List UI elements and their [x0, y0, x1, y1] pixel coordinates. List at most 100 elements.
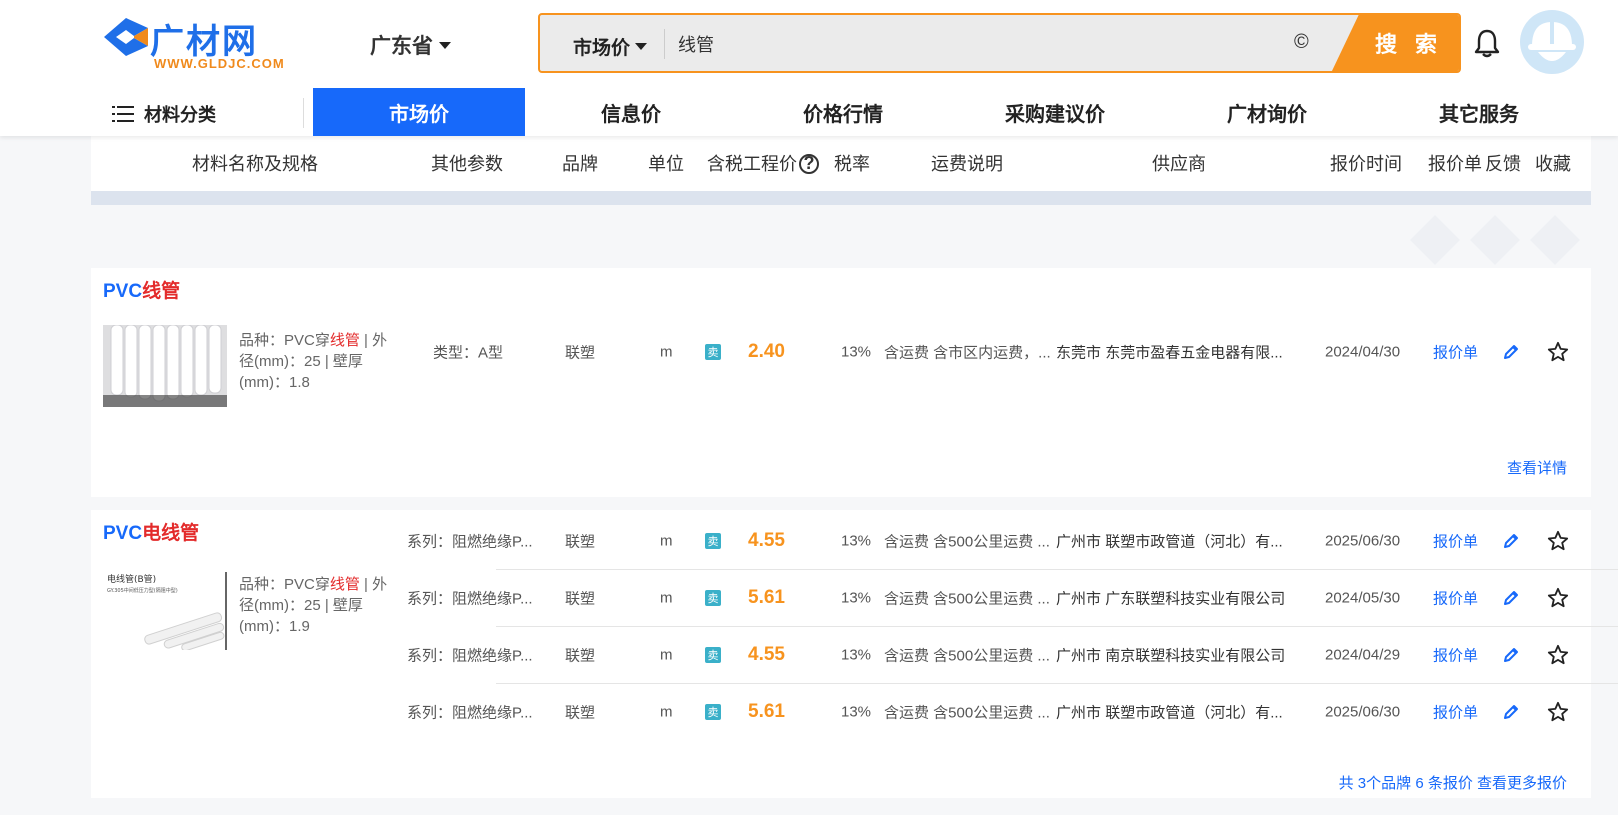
supplier-city: 广州市 — [1056, 704, 1102, 721]
search-input[interactable] — [678, 29, 1278, 59]
row-price: 5.61 — [748, 586, 785, 608]
row-tax: 13% — [841, 343, 872, 360]
quote-link[interactable]: 报价单 — [1433, 530, 1478, 551]
product-title-keyword: 线管 — [142, 281, 181, 302]
row-tax: 13% — [841, 646, 872, 663]
row-brand: 联塑 — [565, 533, 596, 550]
bell-icon[interactable] — [1474, 28, 1500, 58]
row-date: 2024/05/30 — [1325, 589, 1401, 606]
supplier-city: 广州市 — [1056, 590, 1102, 607]
help-icon[interactable]: ? — [799, 153, 819, 174]
row-tax: 13% — [841, 703, 872, 720]
seller-badge: 卖 — [705, 646, 721, 663]
star-icon[interactable] — [1547, 587, 1569, 609]
row-freight: 含运费 含500公里运费 ... — [884, 647, 1050, 664]
row-freight: 含运费 含500公里运费 ... — [884, 533, 1050, 550]
search-category-label: 市场价 — [573, 38, 631, 59]
row-date: 2025/06/30 — [1325, 703, 1401, 720]
supplier-name: 广东联塑科技实业有限公司 — [1105, 590, 1286, 607]
user-helmet-icon — [1528, 22, 1576, 61]
quote-link[interactable]: 报价单 — [1433, 644, 1478, 665]
star-icon[interactable] — [1547, 530, 1569, 552]
nav-divider — [303, 98, 304, 128]
row-freight: 含运费 含500公里运费 ... — [884, 704, 1050, 721]
row-supplier[interactable]: 广州市 南京联塑科技实业有限公司 — [1056, 644, 1285, 665]
view-details-link[interactable]: 查看详情 — [1507, 457, 1567, 478]
chevron-down-icon — [439, 41, 451, 49]
avatar[interactable] — [1520, 10, 1584, 74]
row-price: 2.40 — [748, 340, 785, 362]
row-brand: 联塑 — [565, 344, 596, 361]
material-category-menu[interactable]: 材料分类 — [112, 101, 216, 127]
table-row: 系列：阻燃绝缘P... 联塑 m 卖 5.61 13% 含运费 含500公里运费… — [91, 569, 1591, 626]
col-params: 其他参数 — [431, 154, 503, 174]
region-selector[interactable]: 广东省 — [370, 30, 451, 60]
region-label: 广东省 — [370, 35, 433, 58]
col-price: 含税工程价? — [707, 150, 819, 176]
row-price: 4.55 — [748, 529, 785, 551]
tab-other-services[interactable]: 其它服务 — [1373, 88, 1585, 136]
chevron-down-icon — [635, 43, 648, 50]
edit-icon[interactable] — [1502, 646, 1520, 664]
col-price-label: 含税工程价 — [707, 154, 797, 174]
material-category-label: 材料分类 — [144, 105, 216, 125]
supplier-name: 东莞市盈春五金电器有限... — [1105, 344, 1283, 361]
row-unit: m — [660, 703, 673, 720]
row-supplier[interactable]: 广州市 广东联塑科技实业有限公司 — [1056, 587, 1285, 608]
col-name: 材料名称及规格 — [192, 154, 318, 174]
edit-icon[interactable] — [1502, 703, 1520, 721]
product-card: PVC线管 品种：PVC穿线管 | 外径(mm)：25 | 壁厚(mm)：1.8… — [91, 268, 1591, 497]
row-param: 系列：阻燃绝缘P... — [407, 704, 533, 721]
row-supplier[interactable]: 广州市 联塑市政管道（河北）有... — [1056, 701, 1283, 722]
product-card: PVC电线管 电线管(B管) GY.305中间低压力型(隔阻中型) 品种：PVC… — [91, 510, 1618, 798]
row-date: 2025/06/30 — [1325, 532, 1401, 549]
edit-icon[interactable] — [1502, 532, 1520, 550]
supplier-city: 东莞市 — [1056, 344, 1102, 361]
seller-badge: 卖 — [705, 589, 721, 606]
search-category-dropdown[interactable]: 市场价 — [573, 33, 648, 60]
product-title-prefix: PVC — [103, 281, 143, 302]
logo-url: WWW.GLDJC.COM — [154, 56, 285, 71]
star-icon[interactable] — [1547, 341, 1569, 363]
table-row: 系列：阻燃绝缘P... 联塑 m 卖 4.55 13% 含运费 含500公里运费… — [91, 512, 1591, 569]
table-header: 材料名称及规格 其他参数 品牌 单位 含税工程价? 税率 运费说明 供应商 报价… — [91, 136, 1591, 205]
row-supplier[interactable]: 广州市 联塑市政管道（河北）有... — [1056, 530, 1283, 551]
tab-info-price[interactable]: 信息价 — [525, 88, 737, 136]
star-icon[interactable] — [1547, 644, 1569, 666]
col-feedback: 反馈 — [1485, 154, 1521, 174]
view-more-quotes-link[interactable]: 共 3个品牌 6 条报价 查看更多报价 — [1339, 772, 1567, 793]
row-param: 系列：阻燃绝缘P... — [407, 647, 533, 664]
edit-icon[interactable] — [1502, 343, 1520, 361]
row-price: 4.55 — [748, 643, 785, 665]
supplier-name: 联塑市政管道（河北）有... — [1105, 704, 1283, 721]
site-logo[interactable]: 广材网 WWW.GLDJC.COM — [104, 14, 284, 71]
supplier-city: 广州市 — [1056, 647, 1102, 664]
tab-price-trend[interactable]: 价格行情 — [737, 88, 949, 136]
supplier-city: 广州市 — [1056, 533, 1102, 550]
row-date: 2024/04/30 — [1325, 343, 1401, 360]
search-divider — [664, 29, 665, 59]
quote-link[interactable]: 报价单 — [1433, 587, 1478, 608]
supplier-name: 联塑市政管道（河北）有... — [1105, 533, 1283, 550]
quote-link[interactable]: 报价单 — [1433, 701, 1478, 722]
tab-market-price[interactable]: 市场价 — [313, 88, 525, 136]
row-param: 类型：A型 — [433, 344, 504, 361]
search-bar: 市场价 © 搜 索 — [538, 13, 1461, 73]
table-row: 系列：阻燃绝缘P... 联塑 m 卖 4.55 13% 含运费 含500公里运费… — [91, 626, 1591, 683]
tab-purchase-suggested-price[interactable]: 采购建议价 — [949, 88, 1161, 136]
row-param: 系列：阻燃绝缘P... — [407, 533, 533, 550]
edit-icon[interactable] — [1502, 589, 1520, 607]
tab-inquiry[interactable]: 广材询价 — [1161, 88, 1373, 136]
main-nav: 材料分类 市场价 信息价 价格行情 采购建议价 广材询价 其它服务 — [0, 88, 1618, 136]
row-price: 5.61 — [748, 700, 785, 722]
search-button[interactable]: 搜 索 — [1331, 15, 1459, 71]
supplier-name: 南京联塑科技实业有限公司 — [1105, 647, 1286, 664]
quote-link[interactable]: 报价单 — [1433, 341, 1478, 362]
table-row: 类型：A型 联塑 m 卖 2.40 13% 含运费 含市区内运费，... 东莞市… — [91, 323, 1591, 380]
clear-search-icon[interactable]: © — [1294, 31, 1309, 54]
row-supplier[interactable]: 东莞市 东莞市盈春五金电器有限... — [1056, 341, 1283, 362]
product-title[interactable]: PVC线管 — [103, 276, 180, 303]
star-icon[interactable] — [1547, 701, 1569, 723]
row-param: 系列：阻燃绝缘P... — [407, 590, 533, 607]
row-brand: 联塑 — [565, 647, 596, 664]
